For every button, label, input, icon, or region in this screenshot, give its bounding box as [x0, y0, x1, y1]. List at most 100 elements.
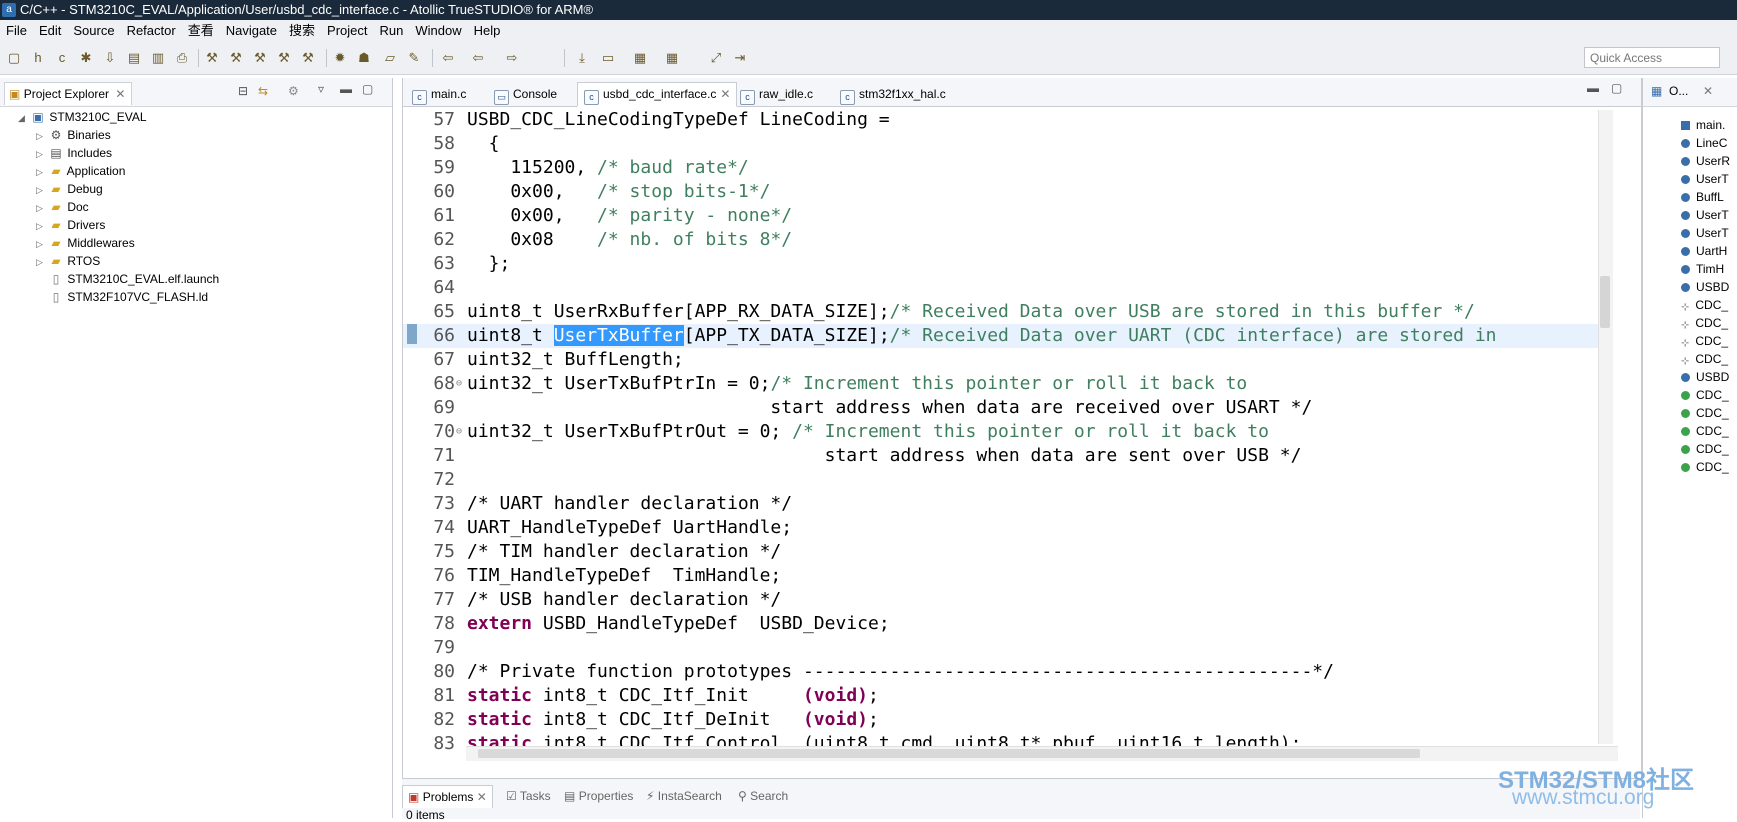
back-icon[interactable]: ⇦	[470, 50, 486, 66]
menu-project[interactable]: Project	[321, 20, 373, 42]
maximize-icon[interactable]: ▢	[1611, 81, 1622, 95]
outline-item[interactable]: UserT	[1681, 206, 1729, 224]
tab-properties[interactable]: ▤ Properties	[564, 785, 633, 807]
filter-icon[interactable]: ⚙	[288, 84, 299, 98]
expand-arrow-icon[interactable]: ◢	[18, 109, 30, 127]
outline-item[interactable]: ⊹ CDC_	[1681, 314, 1728, 332]
tab-usbd-cdc-interface[interactable]: c usbd_cdc_interface.c ✕	[577, 82, 738, 107]
minimize-icon[interactable]: ▬	[340, 82, 352, 96]
outline-item[interactable]: CDC_	[1681, 440, 1729, 458]
chevron-right-icon[interactable]: ▷	[36, 217, 48, 235]
tree-item-rtos[interactable]: ▷ ▰ RTOS	[36, 252, 100, 271]
close-icon[interactable]: ✕	[1703, 84, 1713, 98]
tree-item-drivers[interactable]: ▷ ▰ Drivers	[36, 216, 105, 235]
menu-source[interactable]: Source	[67, 20, 120, 42]
forward-icon[interactable]: ⇨	[504, 50, 520, 66]
run-icon[interactable]: ☗	[356, 50, 372, 66]
outline-item[interactable]: ⊹ CDC_	[1681, 296, 1728, 314]
tab-console[interactable]: ▭ Console	[487, 82, 564, 107]
outline-item[interactable]: ⊹ CDC_	[1681, 350, 1728, 368]
outline-item[interactable]: TimH	[1681, 260, 1724, 278]
editor-horizontal-scroll-thumb[interactable]	[478, 749, 1420, 758]
outline-item[interactable]: USBD	[1681, 278, 1729, 296]
outline-item[interactable]: UserR	[1681, 152, 1730, 170]
tab-tasks[interactable]: ☑ Tasks	[506, 785, 551, 807]
fold-icon[interactable]: ⊖	[456, 420, 464, 444]
outline-item[interactable]: BuffL	[1681, 188, 1724, 206]
outline-item[interactable]: UartH	[1681, 242, 1727, 260]
outline-item[interactable]: main.	[1681, 116, 1725, 134]
tree-file-ld[interactable]: ▯ STM32F107VC_FLASH.ld	[48, 288, 208, 306]
save-all-icon[interactable]: ▥	[150, 50, 166, 66]
chevron-right-icon[interactable]: ▷	[36, 163, 48, 181]
close-icon[interactable]: ✕	[115, 87, 125, 101]
chevron-right-icon[interactable]: ▷	[36, 199, 48, 217]
new-source-icon[interactable]: c	[54, 50, 70, 66]
outline-item[interactable]: CDC_	[1681, 404, 1729, 422]
tree-file-launch[interactable]: ▯ STM3210C_EVAL.elf.launch	[48, 270, 220, 288]
tree-item-doc[interactable]: ▷ ▰ Doc	[36, 198, 89, 217]
close-icon[interactable]: ✕	[477, 790, 487, 804]
save-icon[interactable]: ▤	[126, 50, 142, 66]
maximize-icon[interactable]: ▢	[362, 82, 373, 96]
maximize-view-icon[interactable]: ⤢	[708, 50, 724, 66]
open-folder-icon[interactable]: ▱	[382, 50, 398, 66]
menu-view[interactable]: 查看	[182, 20, 220, 42]
menu-window[interactable]: Window	[409, 20, 467, 42]
rebuild-icon[interactable]: ⚒	[252, 50, 268, 66]
code-editor[interactable]: 57 USBD_CDC_LineCodingTypeDef LineCoding …	[403, 106, 1609, 752]
outline-title[interactable]: O...	[1669, 84, 1688, 98]
outline-item[interactable]: UserT	[1681, 224, 1729, 242]
chevron-right-icon[interactable]: ▷	[36, 253, 48, 271]
import-icon[interactable]: ⇩	[102, 50, 118, 66]
collapse-all-icon[interactable]: ⊟	[238, 84, 248, 98]
chevron-right-icon[interactable]: ▷	[36, 181, 48, 199]
debug-icon[interactable]: ✹	[332, 50, 348, 66]
tree-root[interactable]: ◢ ▣ STM3210C_EVAL	[18, 108, 147, 127]
new-header-icon[interactable]: h	[30, 50, 46, 66]
quick-access-input[interactable]: Quick Access	[1584, 47, 1720, 68]
layout-icon[interactable]: ▦	[664, 50, 680, 66]
close-icon[interactable]: ✕	[720, 87, 730, 101]
minimize-icon[interactable]: ▬	[1587, 81, 1599, 95]
menu-help[interactable]: Help	[468, 20, 507, 42]
print-icon[interactable]: ⎙	[174, 50, 190, 66]
menu-file[interactable]: File	[0, 20, 33, 42]
menu-search[interactable]: 搜索	[283, 20, 321, 42]
tab-stm32f1xx-hal[interactable]: c stm32f1xx_hal.c	[833, 82, 953, 107]
menu-refactor[interactable]: Refactor	[121, 20, 182, 42]
toggle-mark-icon[interactable]: ▭	[600, 50, 616, 66]
analyze-icon[interactable]: ⚒	[300, 50, 316, 66]
tree-item-application[interactable]: ▷ ▰ Application	[36, 162, 125, 181]
outline-item[interactable]: CDC_	[1681, 458, 1729, 476]
editor-vertical-scroll-thumb[interactable]	[1600, 276, 1610, 328]
exit-icon[interactable]: ⇥	[732, 50, 748, 66]
build-all-icon[interactable]: ⚒	[228, 50, 244, 66]
tree-item-middlewares[interactable]: ▷ ▰ Middlewares	[36, 234, 135, 253]
new-class-icon[interactable]: ✱	[78, 50, 94, 66]
outline-item[interactable]: USBD	[1681, 368, 1729, 386]
editor-vertical-scrollbar[interactable]	[1598, 110, 1613, 744]
outline-item[interactable]: UserT	[1681, 170, 1729, 188]
perspective-icon[interactable]: ▦	[632, 50, 648, 66]
chevron-right-icon[interactable]: ▷	[36, 235, 48, 253]
chevron-right-icon[interactable]: ▷	[36, 145, 48, 163]
menu-run[interactable]: Run	[374, 20, 410, 42]
link-editor-icon[interactable]: ⇆	[258, 84, 268, 98]
tab-instasearch[interactable]: ⚡ InstaSearch	[646, 785, 722, 807]
menu-navigate[interactable]: Navigate	[220, 20, 283, 42]
clean-icon[interactable]: ⚒	[276, 50, 292, 66]
tab-main-c[interactable]: c main.c	[405, 82, 473, 107]
tree-item-binaries[interactable]: ▷ ⚙ Binaries	[36, 126, 111, 145]
tab-problems[interactable]: ▣ Problems ✕	[402, 785, 493, 808]
menu-edit[interactable]: Edit	[33, 20, 67, 42]
prev-annotation-icon[interactable]: ⇦	[440, 50, 456, 66]
build-icon[interactable]: ⚒	[204, 50, 220, 66]
chevron-right-icon[interactable]: ▷	[36, 127, 48, 145]
outline-item[interactable]: ⊹ CDC_	[1681, 332, 1728, 350]
project-explorer-tab[interactable]: ▣ Project Explorer ✕	[4, 82, 133, 105]
tree-item-debug[interactable]: ▷ ▰ Debug	[36, 180, 103, 199]
tab-raw-idle[interactable]: c raw_idle.c	[733, 82, 820, 107]
tab-search[interactable]: ⚲ Search	[738, 785, 788, 807]
pin-editor-icon[interactable]: ⤓	[574, 50, 590, 66]
